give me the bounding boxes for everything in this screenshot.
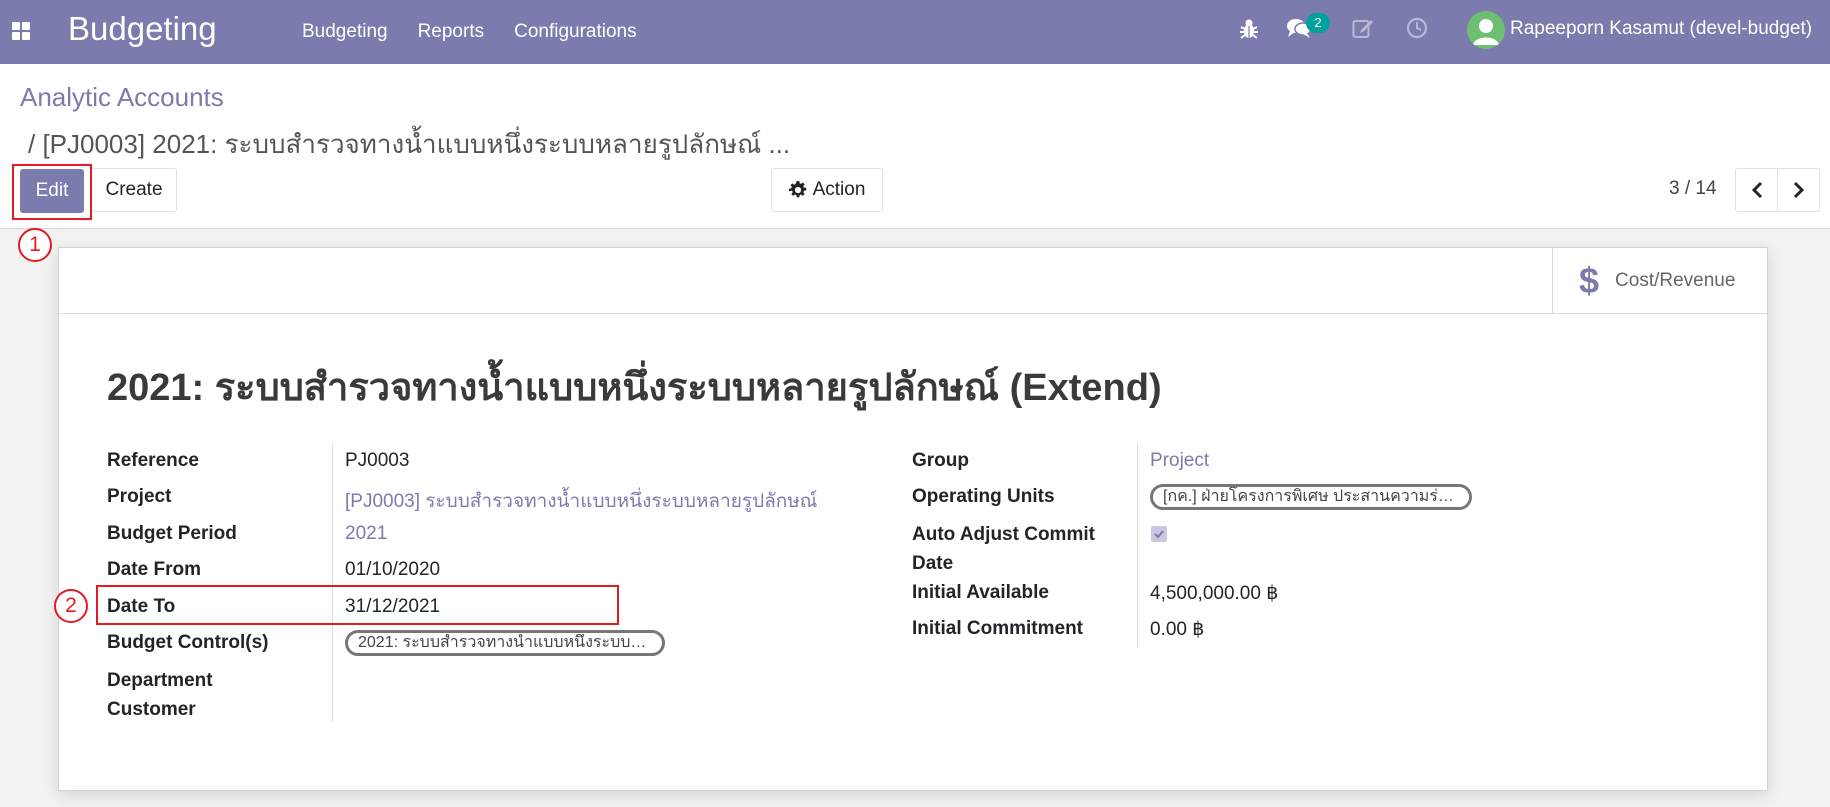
- initial-available-value: 4,500,000.00 ฿: [1150, 583, 1279, 604]
- cost-revenue-label: Cost/Revenue: [1615, 269, 1736, 291]
- record-title: 2021: ระบบสำรวจทางน้ำแบบหนึ่งระบบหลายรูป…: [107, 367, 1162, 409]
- initial-commitment-value: 0.00 ฿: [1150, 619, 1205, 640]
- reference-label: Reference: [107, 450, 199, 471]
- group-link[interactable]: Project: [1150, 450, 1209, 472]
- auto-adjust-label-line1: Auto Adjust Commit: [912, 524, 1095, 545]
- group-label: Group: [912, 450, 969, 471]
- budget-period-label: Budget Period: [107, 523, 237, 544]
- budget-period-link[interactable]: 2021: [345, 523, 387, 545]
- avatar-icon[interactable]: [1467, 11, 1505, 49]
- initial-commitment-label: Initial Commitment: [912, 618, 1084, 639]
- menu-reports[interactable]: Reports: [418, 21, 485, 43]
- customer-label: Customer: [107, 699, 196, 720]
- annotation-number-1: 1: [18, 228, 52, 262]
- annotation-box-date-to: [96, 585, 619, 625]
- clock-icon[interactable]: [1406, 17, 1428, 39]
- action-button[interactable]: Action: [771, 168, 883, 212]
- control-panel: Analytic Accounts / [PJ0003] 2021: ระบบส…: [0, 64, 1830, 229]
- chevron-left-icon: [1751, 181, 1762, 199]
- breadcrumb-current: / [PJ0003] 2021: ระบบสำรวจทางน้ำแบบหนึ่ง…: [28, 129, 791, 159]
- gear-icon: [788, 181, 806, 198]
- department-label: Department: [107, 670, 213, 691]
- budget-controls-label: Budget Control(s): [107, 632, 269, 653]
- top-navbar: Budgeting Budgeting Reports Configuratio…: [0, 0, 1830, 64]
- check-icon: [1154, 530, 1164, 539]
- breadcrumb-root-link[interactable]: Analytic Accounts: [20, 82, 224, 113]
- app-brand[interactable]: Budgeting: [68, 10, 217, 48]
- smart-button-box: $ Cost/Revenue: [59, 248, 1767, 314]
- initial-available-label: Initial Available: [912, 582, 1049, 603]
- chat-count-badge: 2: [1306, 13, 1330, 33]
- operating-unit-tag[interactable]: [กค.] ฝ่ายโครงการพิเศษ ประสานความร่วมมือ: [1150, 484, 1472, 510]
- auto-adjust-label-line2: Date: [912, 553, 954, 574]
- operating-units-label: Operating Units: [912, 486, 1055, 507]
- project-label: Project: [107, 486, 172, 507]
- cost-revenue-button[interactable]: $ Cost/Revenue: [1552, 248, 1767, 313]
- annotation-box-edit: [12, 164, 92, 220]
- date-from-value: 01/10/2020: [345, 559, 441, 580]
- project-link[interactable]: [PJ0003] ระบบสำรวจทางน้ำแบบหนึ่งระบบหลาย…: [345, 486, 817, 516]
- form-sheet: $ Cost/Revenue 2021: ระบบสำรวจทางน้ำแบบห…: [58, 247, 1768, 791]
- chevron-right-icon: [1793, 181, 1804, 199]
- pager-previous-button[interactable]: [1735, 168, 1778, 212]
- user-name[interactable]: Rapeeporn Kasamut (devel-budget): [1510, 18, 1812, 40]
- dollar-icon: $: [1579, 259, 1600, 301]
- auto-adjust-checkbox[interactable]: [1151, 526, 1167, 542]
- date-from-label: Date From: [107, 559, 201, 580]
- reference-value: PJ0003: [345, 450, 410, 471]
- menu-configurations[interactable]: Configurations: [514, 21, 637, 43]
- edit-note-icon[interactable]: [1352, 17, 1374, 39]
- menu-budgeting[interactable]: Budgeting: [302, 21, 388, 43]
- right-group-separator: [1137, 444, 1138, 648]
- budget-control-tag[interactable]: 2021: ระบบสำรวจทางนำแบบหนึงระบบหลายรูปลั…: [345, 630, 665, 656]
- action-button-label: Action: [812, 179, 866, 200]
- annotation-number-2: 2: [54, 589, 88, 623]
- pager-next-button[interactable]: [1777, 168, 1820, 212]
- pager-value[interactable]: 3 / 14: [1669, 178, 1717, 200]
- main-menu: Budgeting Reports Configurations: [302, 0, 667, 64]
- apps-icon[interactable]: [12, 22, 30, 40]
- left-group-separator: [332, 444, 333, 722]
- create-button[interactable]: Create: [91, 168, 177, 212]
- bug-icon[interactable]: [1239, 18, 1259, 40]
